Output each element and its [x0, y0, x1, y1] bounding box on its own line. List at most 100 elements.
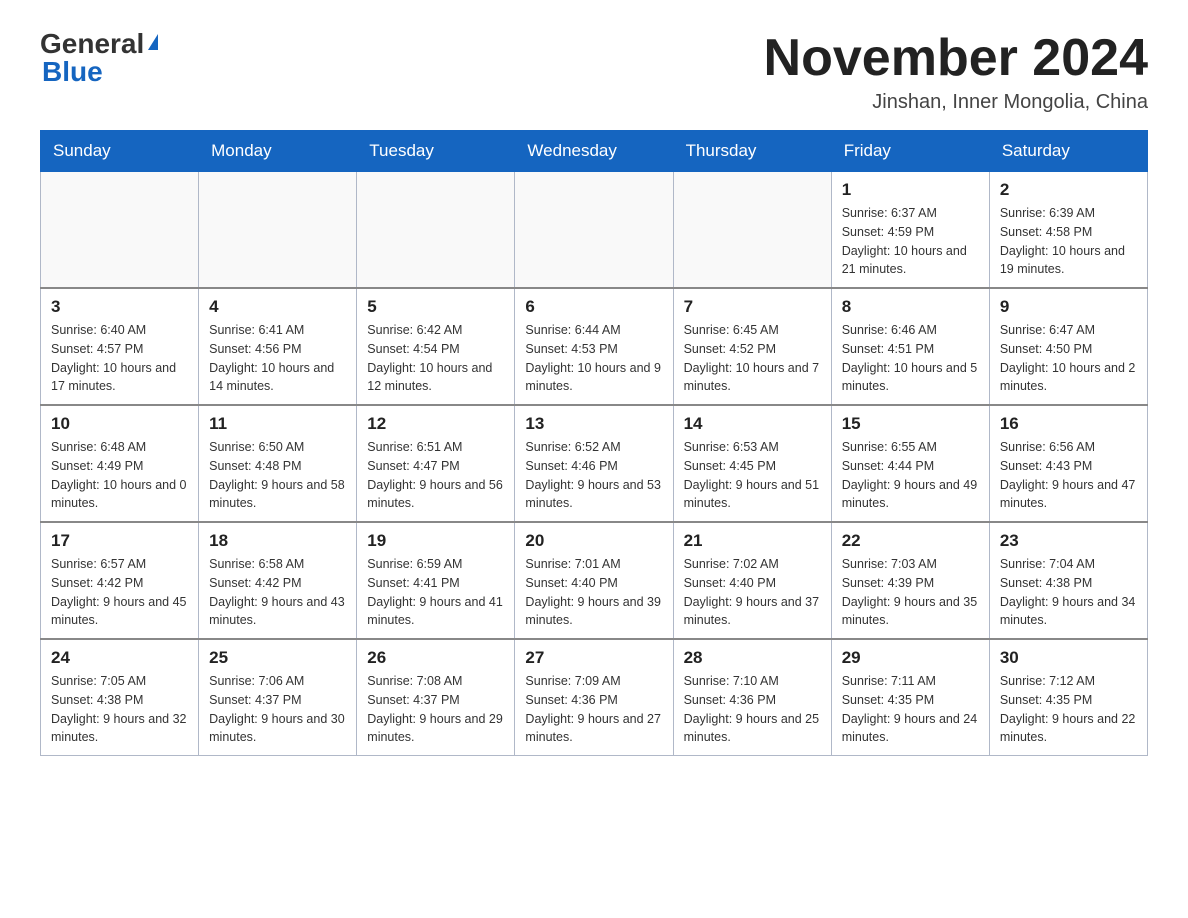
day-number: 25: [209, 648, 346, 668]
calendar-cell: [515, 172, 673, 289]
calendar-week-row: 10 Sunrise: 6:48 AMSunset: 4:49 PMDayligh…: [41, 405, 1148, 522]
day-sun-info: Sunrise: 6:56 AMSunset: 4:43 PMDaylight:…: [1000, 438, 1137, 513]
column-header-monday: Monday: [199, 131, 357, 172]
column-header-wednesday: Wednesday: [515, 131, 673, 172]
calendar-cell: 5 Sunrise: 6:42 AMSunset: 4:54 PMDaylight…: [357, 288, 515, 405]
calendar-cell: 11Sunrise: 6:50 AMSunset: 4:48 PMDayligh…: [199, 405, 357, 522]
calendar-cell: 13 Sunrise: 6:52 AMSunset: 4:46 PMDayligh…: [515, 405, 673, 522]
day-number: 1: [842, 180, 979, 200]
day-number: 28: [684, 648, 821, 668]
day-sun-info: Sunrise: 6:48 AMSunset: 4:49 PMDaylight:…: [51, 438, 188, 513]
calendar-week-row: 24Sunrise: 7:05 AMSunset: 4:38 PMDayligh…: [41, 639, 1148, 756]
day-number: 17: [51, 531, 188, 551]
day-number: 21: [684, 531, 821, 551]
day-number: 29: [842, 648, 979, 668]
day-number: 14: [684, 414, 821, 434]
month-title: November 2024: [764, 30, 1148, 87]
calendar-cell: 30 Sunrise: 7:12 AMSunset: 4:35 PMDayligh…: [989, 639, 1147, 756]
calendar-table: SundayMondayTuesdayWednesdayThursdayFrid…: [40, 130, 1148, 756]
day-sun-info: Sunrise: 7:02 AMSunset: 4:40 PMDaylight:…: [684, 555, 821, 630]
day-sun-info: Sunrise: 6:59 AMSunset: 4:41 PMDaylight:…: [367, 555, 504, 630]
day-sun-info: Sunrise: 6:57 AMSunset: 4:42 PMDaylight:…: [51, 555, 188, 630]
day-number: 6: [525, 297, 662, 317]
day-sun-info: Sunrise: 6:58 AMSunset: 4:42 PMDaylight:…: [209, 555, 346, 630]
day-number: 5: [367, 297, 504, 317]
day-number: 3: [51, 297, 188, 317]
calendar-cell: 14 Sunrise: 6:53 AMSunset: 4:45 PMDayligh…: [673, 405, 831, 522]
title-section: November 2024 Jinshan, Inner Mongolia, C…: [764, 30, 1148, 114]
day-number: 13: [525, 414, 662, 434]
calendar-cell: 9 Sunrise: 6:47 AMSunset: 4:50 PMDaylight…: [989, 288, 1147, 405]
day-number: 10: [51, 414, 188, 434]
day-sun-info: Sunrise: 7:03 AMSunset: 4:39 PMDaylight:…: [842, 555, 979, 630]
day-sun-info: Sunrise: 7:12 AMSunset: 4:35 PMDaylight:…: [1000, 672, 1137, 747]
calendar-cell: 29 Sunrise: 7:11 AMSunset: 4:35 PMDayligh…: [831, 639, 989, 756]
day-number: 19: [367, 531, 504, 551]
day-sun-info: Sunrise: 6:39 AMSunset: 4:58 PMDaylight:…: [1000, 204, 1137, 279]
day-sun-info: Sunrise: 7:04 AMSunset: 4:38 PMDaylight:…: [1000, 555, 1137, 630]
day-sun-info: Sunrise: 7:11 AMSunset: 4:35 PMDaylight:…: [842, 672, 979, 747]
calendar-cell: 7 Sunrise: 6:45 AMSunset: 4:52 PMDaylight…: [673, 288, 831, 405]
calendar-cell: 22 Sunrise: 7:03 AMSunset: 4:39 PMDayligh…: [831, 522, 989, 639]
day-sun-info: Sunrise: 6:50 AMSunset: 4:48 PMDaylight:…: [209, 438, 346, 513]
logo-triangle-icon: [148, 34, 158, 50]
day-number: 18: [209, 531, 346, 551]
day-number: 15: [842, 414, 979, 434]
day-number: 9: [1000, 297, 1137, 317]
day-sun-info: Sunrise: 6:45 AMSunset: 4:52 PMDaylight:…: [684, 321, 821, 396]
day-sun-info: Sunrise: 6:55 AMSunset: 4:44 PMDaylight:…: [842, 438, 979, 513]
calendar-cell: 18 Sunrise: 6:58 AMSunset: 4:42 PMDayligh…: [199, 522, 357, 639]
calendar-cell: 10 Sunrise: 6:48 AMSunset: 4:49 PMDayligh…: [41, 405, 199, 522]
column-header-tuesday: Tuesday: [357, 131, 515, 172]
day-number: 26: [367, 648, 504, 668]
day-sun-info: Sunrise: 6:40 AMSunset: 4:57 PMDaylight:…: [51, 321, 188, 396]
day-number: 27: [525, 648, 662, 668]
column-header-saturday: Saturday: [989, 131, 1147, 172]
day-number: 23: [1000, 531, 1137, 551]
calendar-cell: 3 Sunrise: 6:40 AMSunset: 4:57 PMDaylight…: [41, 288, 199, 405]
day-sun-info: Sunrise: 7:10 AMSunset: 4:36 PMDaylight:…: [684, 672, 821, 747]
day-number: 7: [684, 297, 821, 317]
day-sun-info: Sunrise: 6:47 AMSunset: 4:50 PMDaylight:…: [1000, 321, 1137, 396]
day-sun-info: Sunrise: 6:41 AMSunset: 4:56 PMDaylight:…: [209, 321, 346, 396]
column-header-sunday: Sunday: [41, 131, 199, 172]
day-number: 4: [209, 297, 346, 317]
calendar-cell: 21 Sunrise: 7:02 AMSunset: 4:40 PMDayligh…: [673, 522, 831, 639]
logo-general-text: General: [40, 30, 144, 58]
day-sun-info: Sunrise: 6:42 AMSunset: 4:54 PMDaylight:…: [367, 321, 504, 396]
calendar-cell: 19 Sunrise: 6:59 AMSunset: 4:41 PMDayligh…: [357, 522, 515, 639]
day-sun-info: Sunrise: 6:53 AMSunset: 4:45 PMDaylight:…: [684, 438, 821, 513]
calendar-cell: 2 Sunrise: 6:39 AMSunset: 4:58 PMDaylight…: [989, 172, 1147, 289]
calendar-cell: 4 Sunrise: 6:41 AMSunset: 4:56 PMDaylight…: [199, 288, 357, 405]
calendar-cell: 16 Sunrise: 6:56 AMSunset: 4:43 PMDayligh…: [989, 405, 1147, 522]
day-sun-info: Sunrise: 7:08 AMSunset: 4:37 PMDaylight:…: [367, 672, 504, 747]
calendar-cell: 15 Sunrise: 6:55 AMSunset: 4:44 PMDayligh…: [831, 405, 989, 522]
calendar-week-row: 1 Sunrise: 6:37 AMSunset: 4:59 PMDaylight…: [41, 172, 1148, 289]
day-sun-info: Sunrise: 6:51 AMSunset: 4:47 PMDaylight:…: [367, 438, 504, 513]
calendar-header-row: SundayMondayTuesdayWednesdayThursdayFrid…: [41, 131, 1148, 172]
location-subtitle: Jinshan, Inner Mongolia, China: [764, 91, 1148, 114]
calendar-cell: 24Sunrise: 7:05 AMSunset: 4:38 PMDayligh…: [41, 639, 199, 756]
page-header: General Blue November 2024 Jinshan, Inne…: [40, 30, 1148, 114]
calendar-cell: [41, 172, 199, 289]
calendar-week-row: 17 Sunrise: 6:57 AMSunset: 4:42 PMDayligh…: [41, 522, 1148, 639]
calendar-cell: 6Sunrise: 6:44 AMSunset: 4:53 PMDaylight…: [515, 288, 673, 405]
day-number: 22: [842, 531, 979, 551]
day-sun-info: Sunrise: 7:06 AMSunset: 4:37 PMDaylight:…: [209, 672, 346, 747]
calendar-cell: 25 Sunrise: 7:06 AMSunset: 4:37 PMDayligh…: [199, 639, 357, 756]
calendar-cell: 12Sunrise: 6:51 AMSunset: 4:47 PMDayligh…: [357, 405, 515, 522]
day-sun-info: Sunrise: 6:37 AMSunset: 4:59 PMDaylight:…: [842, 204, 979, 279]
day-sun-info: Sunrise: 6:46 AMSunset: 4:51 PMDaylight:…: [842, 321, 979, 396]
day-number: 8: [842, 297, 979, 317]
calendar-cell: 27Sunrise: 7:09 AMSunset: 4:36 PMDayligh…: [515, 639, 673, 756]
calendar-cell: [673, 172, 831, 289]
calendar-cell: 8 Sunrise: 6:46 AMSunset: 4:51 PMDaylight…: [831, 288, 989, 405]
logo: General Blue: [40, 30, 158, 86]
calendar-cell: [357, 172, 515, 289]
day-number: 20: [525, 531, 662, 551]
calendar-cell: [199, 172, 357, 289]
day-sun-info: Sunrise: 6:52 AMSunset: 4:46 PMDaylight:…: [525, 438, 662, 513]
day-number: 30: [1000, 648, 1137, 668]
day-number: 2: [1000, 180, 1137, 200]
day-number: 16: [1000, 414, 1137, 434]
